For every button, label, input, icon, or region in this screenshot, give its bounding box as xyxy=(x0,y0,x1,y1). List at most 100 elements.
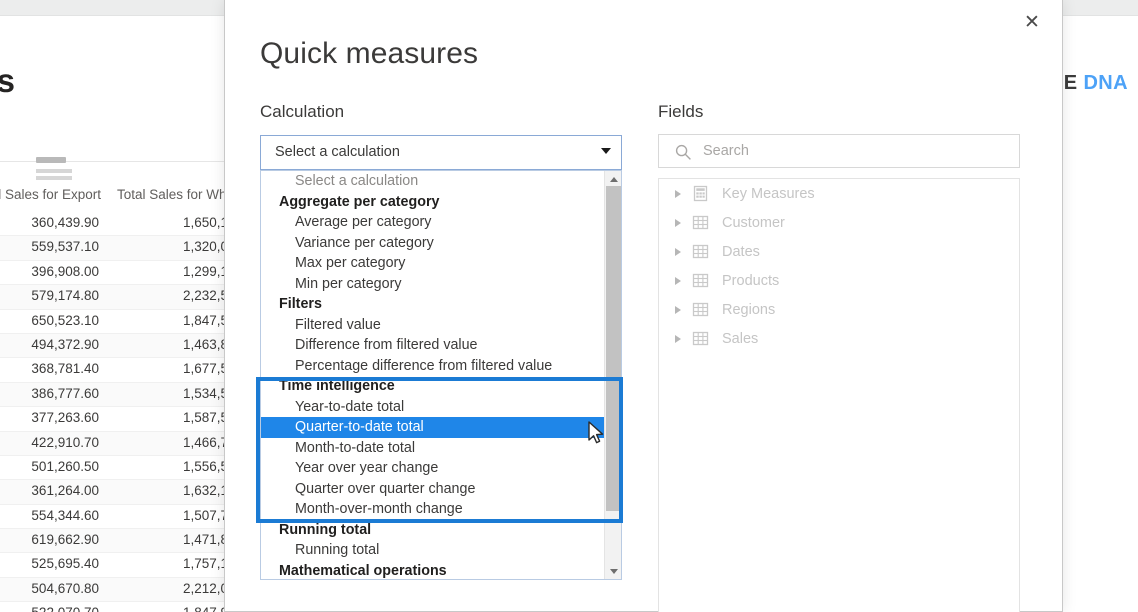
close-icon[interactable]: ✕ xyxy=(1016,6,1048,38)
dropdown-option[interactable]: Average per category xyxy=(261,212,605,233)
cell-export: 619,662.90 xyxy=(31,532,99,548)
table-horizontal-scrollbar[interactable] xyxy=(36,157,66,163)
cell-export: 554,344.60 xyxy=(31,507,99,523)
table-row: 360,439.90 1,650,19 xyxy=(0,212,240,237)
cell-export: 361,264.00 xyxy=(31,483,99,499)
dropdown-scrollbar[interactable] xyxy=(604,171,621,579)
scroll-up-icon[interactable] xyxy=(605,171,621,187)
brand-text-blue: DNA xyxy=(1083,72,1128,94)
mouse-cursor-icon xyxy=(588,421,604,444)
calculation-section-label: Calculation xyxy=(260,102,345,121)
fields-tree[interactable]: Key Measures Customer Dates Products Regions… xyxy=(658,178,1020,612)
dropdown-option[interactable]: Min per category xyxy=(261,274,605,295)
dropdown-option[interactable]: Filtered value xyxy=(261,315,605,336)
cell-export: 522,070.70 xyxy=(31,605,99,612)
cell-export: 396,908.00 xyxy=(31,263,99,279)
table-row: 619,662.90 1,471,81 xyxy=(0,529,240,554)
table-body: 360,439.90 1,650,19 559,537.10 1,320,03 396,… xyxy=(0,212,240,612)
calculation-combobox[interactable]: Select a calculation xyxy=(260,135,622,170)
table-icon xyxy=(692,330,722,347)
chevron-right-icon[interactable] xyxy=(675,218,681,227)
table-filter-line-top xyxy=(36,169,72,173)
screen-root: res SE DNA al Sales for Export Total Sal… xyxy=(0,0,1138,612)
table-row: 368,781.40 1,677,50 xyxy=(0,358,240,383)
cell-export: 579,174.80 xyxy=(31,288,99,304)
fields-search-input[interactable]: Search xyxy=(658,134,1020,168)
dropdown-option[interactable]: Quarter-to-date total xyxy=(261,417,605,438)
scroll-down-icon[interactable] xyxy=(605,563,621,579)
chevron-right-icon[interactable] xyxy=(675,247,681,256)
table-filter-line-bottom xyxy=(36,176,72,180)
table-row: 525,695.40 1,757,18 xyxy=(0,553,240,578)
table-row: 396,908.00 1,299,15 xyxy=(0,261,240,286)
dropdown-option[interactable]: Quarter over quarter change xyxy=(261,479,605,500)
fields-tree-item[interactable]: Products xyxy=(659,266,1019,295)
table-row: 361,264.00 1,632,14 xyxy=(0,480,240,505)
search-icon xyxy=(675,144,691,160)
dropdown-option[interactable]: Month-over-month change xyxy=(261,499,605,520)
chevron-down-icon xyxy=(601,148,611,154)
cell-export: 559,537.10 xyxy=(31,239,99,255)
table-header-row: al Sales for Export Total Sales for Whol… xyxy=(0,187,240,211)
page-title: res xyxy=(0,62,15,99)
cell-export: 368,781.40 xyxy=(31,361,99,377)
table-icon xyxy=(692,214,722,231)
dropdown-option[interactable]: Year over year change xyxy=(261,458,605,479)
fields-tree-item-label: Customer xyxy=(722,214,785,231)
chevron-right-icon[interactable] xyxy=(675,305,681,314)
fields-search-placeholder: Search xyxy=(703,143,749,159)
cell-export: 386,777.60 xyxy=(31,385,99,401)
fields-tree-item[interactable]: Key Measures xyxy=(659,179,1019,208)
cell-export: 525,695.40 xyxy=(31,556,99,572)
calculation-combobox-value: Select a calculation xyxy=(275,144,400,160)
calculation-dropdown-list[interactable]: Select a calculation Aggregate per catego… xyxy=(260,170,622,580)
fields-tree-item-label: Products xyxy=(722,272,780,289)
fields-section-label: Fields xyxy=(658,102,704,121)
fields-tree-item[interactable]: Dates xyxy=(659,237,1019,266)
chevron-right-icon[interactable] xyxy=(675,334,681,343)
quick-measures-dialog: ✕ Quick measures Calculation Fields Sele… xyxy=(224,0,1063,612)
cell-export: 650,523.10 xyxy=(31,312,99,328)
chevron-right-icon[interactable] xyxy=(675,276,681,285)
dropdown-options: Select a calculation Aggregate per catego… xyxy=(261,171,605,579)
cell-export: 422,910.70 xyxy=(31,434,99,450)
dropdown-option[interactable]: Variance per category xyxy=(261,233,605,254)
fields-tree-item-label: Sales xyxy=(722,330,759,347)
dropdown-option[interactable]: Max per category xyxy=(261,253,605,274)
dropdown-group-header: Mathematical operations xyxy=(279,562,447,579)
table-row: 579,174.80 2,232,53 xyxy=(0,285,240,310)
fields-tree-item[interactable]: Customer xyxy=(659,208,1019,237)
dropdown-group-header: Running total xyxy=(279,521,372,538)
dropdown-group-header: Aggregate per category xyxy=(279,193,440,210)
dropdown-option[interactable]: Select a calculation xyxy=(261,171,605,192)
cell-export: 494,372.90 xyxy=(31,336,99,352)
cell-export: 360,439.90 xyxy=(31,215,99,230)
table-row: 559,537.10 1,320,03 xyxy=(0,236,240,261)
dropdown-option[interactable]: Year-to-date total xyxy=(261,397,605,418)
table-icon xyxy=(692,272,722,289)
table-row: 522,070.701,847,90 xyxy=(0,602,240,612)
table-row: 422,910.70 1,466,71 xyxy=(0,431,240,456)
table-row: 501,260.50 1,556,56 xyxy=(0,456,240,481)
chevron-right-icon[interactable] xyxy=(675,189,681,198)
scrollbar-thumb[interactable] xyxy=(606,186,621,511)
dropdown-group-header: Time intelligence xyxy=(279,378,395,394)
background-data-table: al Sales for Export Total Sales for Whol… xyxy=(0,140,240,612)
fields-tree-item-label: Key Measures xyxy=(722,185,815,202)
dropdown-group-header: Filters xyxy=(279,296,322,312)
fields-tree-item-label: Dates xyxy=(722,243,760,260)
fields-tree-item[interactable]: Regions xyxy=(659,295,1019,324)
table-row: 377,263.60 1,587,56 xyxy=(0,407,240,432)
dropdown-option[interactable]: Month-to-date total xyxy=(261,438,605,459)
fields-tree-item[interactable]: Sales xyxy=(659,324,1019,353)
cell-export: 377,263.60 xyxy=(31,410,99,426)
table-icon xyxy=(692,243,722,260)
table-row: 554,344.60 1,507,76 xyxy=(0,505,240,530)
dropdown-option[interactable]: Percentage difference from filtered valu… xyxy=(261,356,605,377)
column-header-wholesale: Total Sales for Whole xyxy=(117,187,240,202)
table-icon xyxy=(692,301,722,318)
table-row: 650,523.10 1,847,55 xyxy=(0,310,240,334)
dropdown-option[interactable]: Running total xyxy=(261,540,605,561)
column-header-export: al Sales for Export xyxy=(0,187,101,202)
dropdown-option[interactable]: Difference from filtered value xyxy=(261,335,605,356)
